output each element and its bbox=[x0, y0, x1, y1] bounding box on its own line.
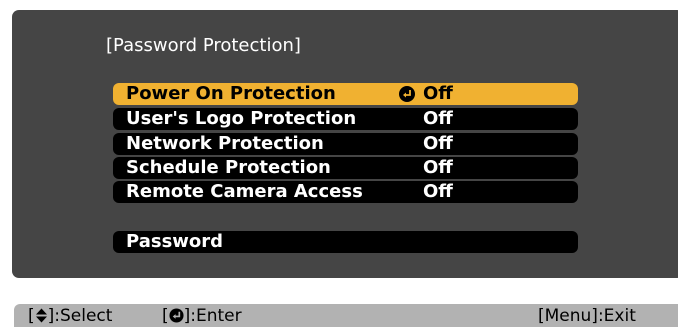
password-label: Password bbox=[126, 231, 224, 252]
enter-hint: []:Enter bbox=[162, 306, 242, 326]
remote-camera-access-row[interactable]: Remote Camera Access Off bbox=[113, 181, 578, 203]
footer-hint-bar: []:Select []:Enter [Menu]:Exit bbox=[14, 304, 678, 327]
menu-item-label: Network Protection bbox=[126, 133, 324, 154]
users-logo-protection-row[interactable]: User's Logo Protection Off bbox=[113, 108, 578, 130]
menu-item-label: Power On Protection bbox=[126, 83, 336, 104]
enter-icon bbox=[399, 86, 415, 102]
dialog-title: [Password Protection] bbox=[106, 35, 301, 56]
exit-hint: [Menu]:Exit bbox=[538, 306, 636, 326]
password-row[interactable]: Password bbox=[113, 231, 578, 253]
menu-item-label: Remote Camera Access bbox=[126, 181, 363, 202]
up-down-arrow-icon bbox=[35, 308, 47, 323]
menu-item-value: Off bbox=[423, 108, 453, 129]
menu-item-label: User's Logo Protection bbox=[126, 108, 357, 129]
menu-item-value: Off bbox=[423, 181, 453, 202]
menu-item-value: Off bbox=[423, 83, 453, 104]
power-on-protection-row[interactable]: Power On Protection Off bbox=[113, 83, 578, 105]
network-protection-row[interactable]: Network Protection Off bbox=[113, 133, 578, 155]
enter-icon bbox=[169, 308, 184, 323]
menu-item-value: Off bbox=[423, 133, 453, 154]
menu-item-value: Off bbox=[423, 157, 453, 178]
menu-item-label: Schedule Protection bbox=[126, 157, 331, 178]
select-hint: []:Select bbox=[28, 306, 113, 326]
schedule-protection-row[interactable]: Schedule Protection Off bbox=[113, 157, 578, 179]
